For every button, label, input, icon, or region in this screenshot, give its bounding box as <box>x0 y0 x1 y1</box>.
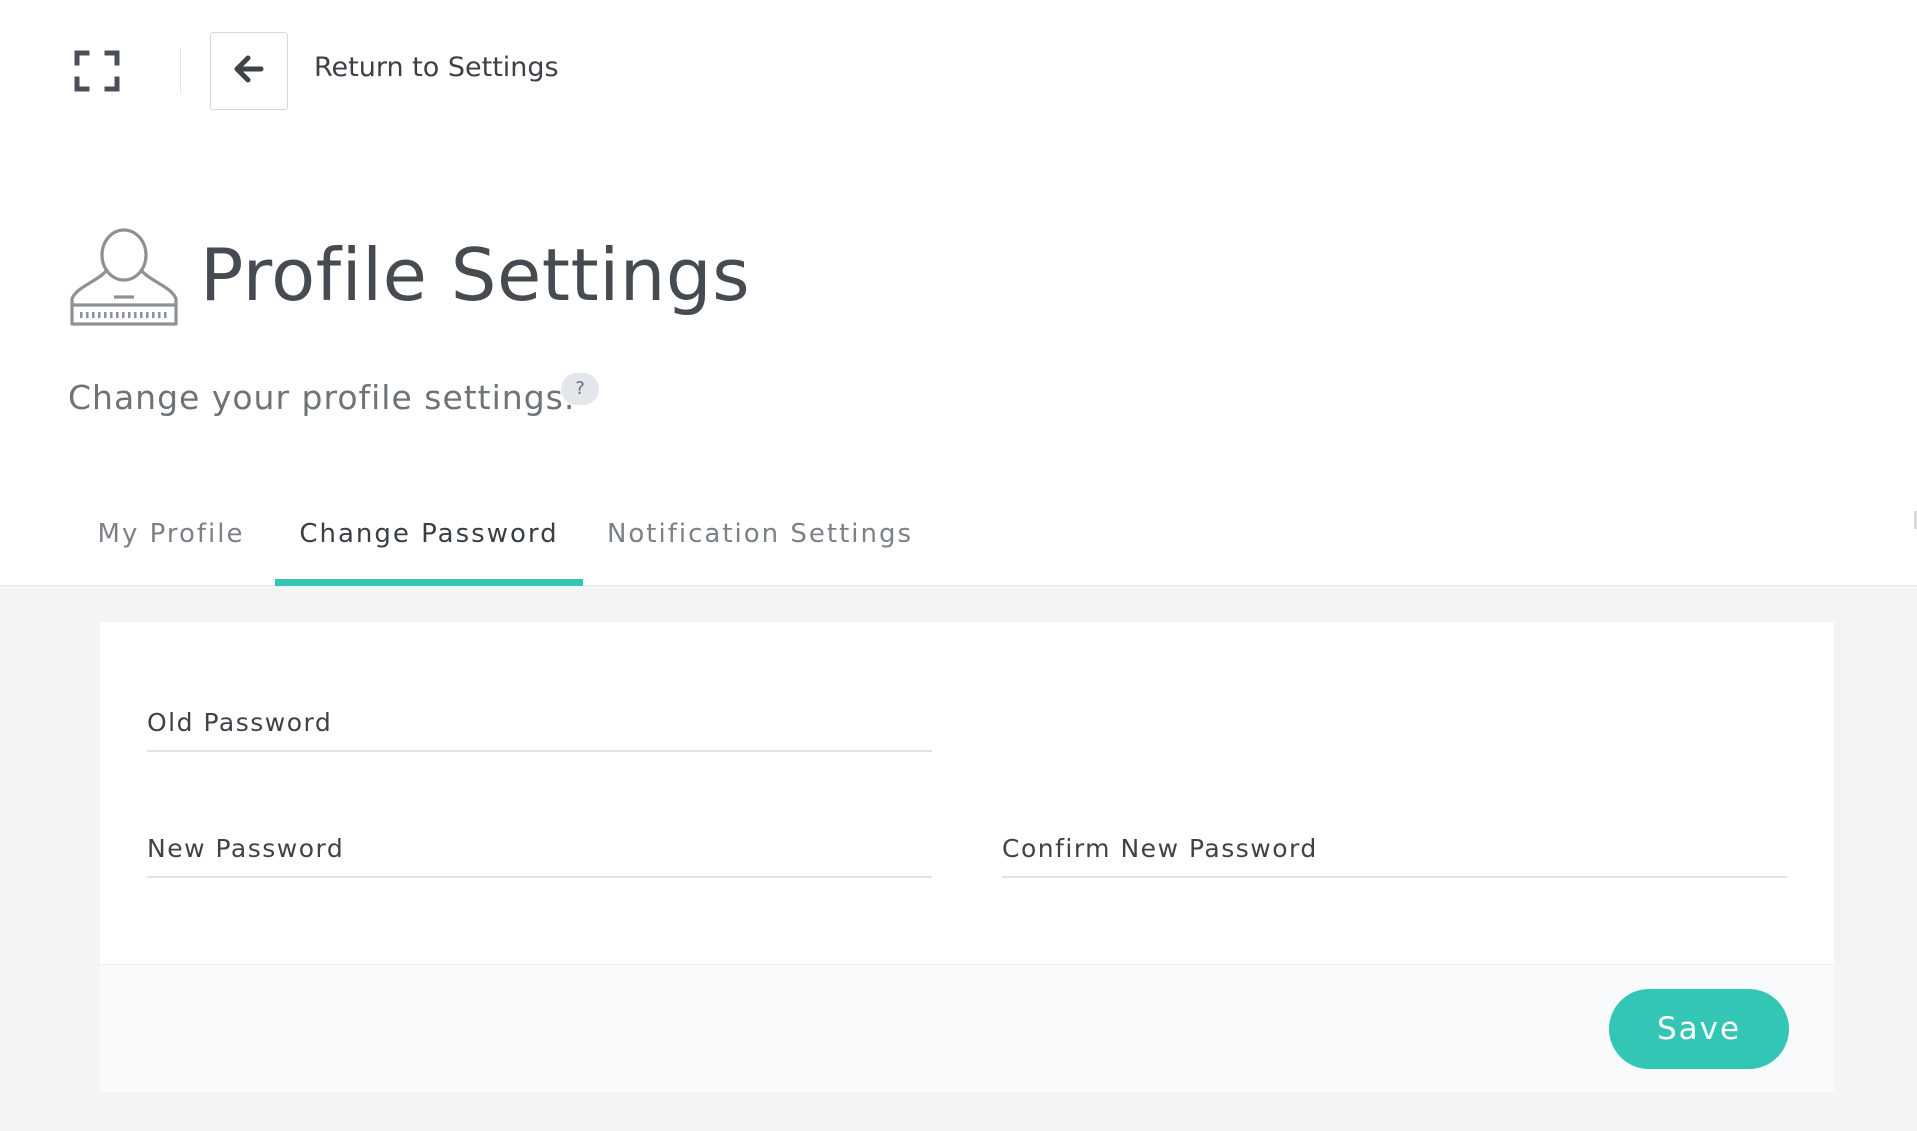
help-icon[interactable]: ? <box>561 373 599 405</box>
back-button[interactable] <box>210 32 288 110</box>
page-header: Profile Settings Change your profile set… <box>0 141 1917 586</box>
old-password-input[interactable] <box>147 696 932 748</box>
change-password-card: Save <box>100 622 1834 1092</box>
tab-notification-settings[interactable]: Notification Settings <box>583 486 937 586</box>
card-footer: Save <box>100 964 1834 1092</box>
topbar-divider <box>180 48 181 94</box>
tab-bar: My Profile Change Password Notification … <box>0 486 1917 586</box>
page-subtitle: Change your profile settings. <box>68 378 576 417</box>
confirm-password-input[interactable] <box>1002 822 1787 874</box>
arrow-left-icon <box>234 55 264 87</box>
save-button[interactable]: Save <box>1609 989 1789 1069</box>
fullscreen-icon[interactable] <box>72 48 122 94</box>
return-to-settings-link[interactable]: Return to Settings <box>314 48 559 88</box>
user-profile-icon <box>68 225 180 329</box>
tab-my-profile[interactable]: My Profile <box>68 486 274 586</box>
top-bar: Return to Settings <box>0 0 1917 141</box>
tab-change-password[interactable]: Change Password <box>275 486 583 586</box>
confirm-password-field <box>1002 822 1787 878</box>
new-password-field <box>147 822 932 878</box>
page-title: Profile Settings <box>200 233 751 317</box>
old-password-field <box>147 696 932 752</box>
new-password-input[interactable] <box>147 822 932 874</box>
